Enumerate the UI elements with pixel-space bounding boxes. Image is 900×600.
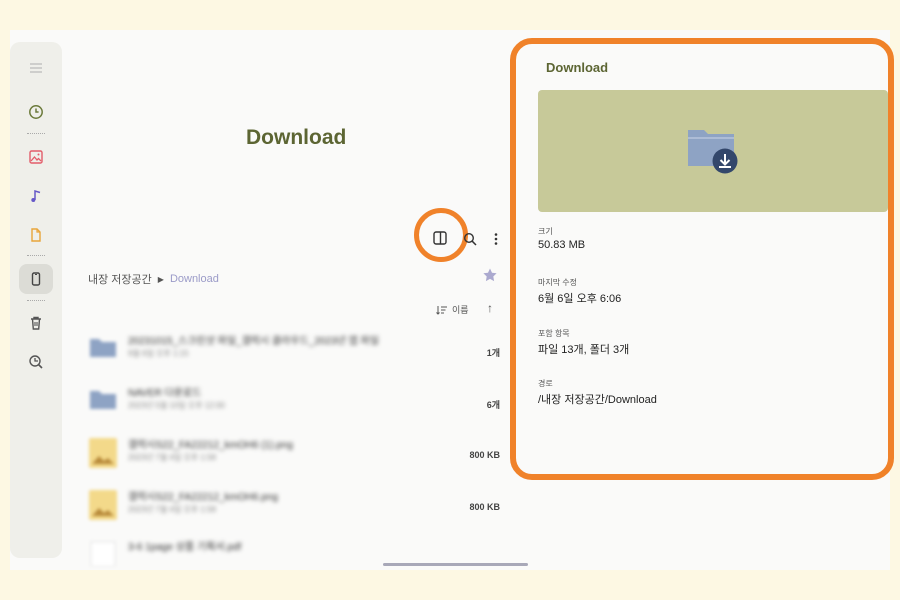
file-modified: 2023년 5월 10일 오후 12:00	[128, 401, 225, 410]
trash-icon[interactable]	[24, 311, 48, 335]
menu-icon[interactable]	[24, 56, 48, 80]
file-modified: 2023년 7월 4일 오후 1:58	[128, 453, 216, 462]
list-item[interactable]: 갤럭시S22_FA22212_kmOH6 (1).png 2023년 7월 4일…	[88, 434, 500, 474]
search-icon	[463, 232, 477, 246]
sort-label: 이름	[452, 305, 469, 315]
list-item[interactable]: 갤럭시S22_FA22212_kmOH6.png 2023년 7월 4일 오후 …	[88, 486, 500, 526]
split-panel-icon	[433, 231, 447, 245]
folder-preview	[538, 90, 888, 212]
list-item[interactable]: NAVER 다운로드 2023년 5월 10일 오후 12:00 6개	[88, 382, 500, 422]
size-label: 크기	[538, 227, 553, 236]
breadcrumb-separator: ▶	[157, 274, 164, 284]
rail-divider	[27, 255, 45, 256]
file-modified: 2023년 7월 4일 오후 1:58	[128, 505, 216, 514]
page-title: Download	[246, 126, 347, 149]
file-name: 20231015_스크린샷 파일_갤럭시 클라우드_2023년 앱 파일	[128, 336, 379, 347]
path-value: /내장 저장공간/Download	[538, 394, 657, 406]
contents-label: 포함 항목	[538, 329, 570, 338]
modified-label: 마지막 수정	[538, 278, 578, 287]
search-button[interactable]	[460, 229, 480, 249]
path-label: 경로	[538, 379, 553, 388]
phone-storage-icon[interactable]	[24, 267, 48, 291]
details-title: Download	[546, 60, 609, 75]
rail-divider	[27, 300, 45, 301]
recent-clock-icon[interactable]	[24, 100, 48, 124]
folder-icon	[88, 334, 118, 360]
more-vertical-icon	[494, 233, 498, 245]
size-value: 50.83 MB	[538, 239, 586, 251]
file-size: 800 KB	[469, 450, 500, 460]
more-options-button[interactable]	[488, 229, 504, 249]
image-icon[interactable]	[24, 145, 48, 169]
favorite-star-icon[interactable]	[482, 267, 498, 283]
details-panel-toggle-button[interactable]	[430, 228, 450, 248]
navigation-rail	[10, 42, 62, 558]
sort-direction-arrow-up-icon[interactable]: ↑	[487, 301, 493, 315]
storage-analysis-icon[interactable]	[24, 350, 48, 374]
file-name: 갤럭시S22_FA22212_kmOH6 (1).png	[128, 440, 293, 451]
music-note-icon[interactable]	[24, 184, 48, 208]
breadcrumb: 내장 저장공간 ▶ Download	[88, 271, 219, 287]
pdf-file-icon	[88, 540, 118, 567]
gesture-handle[interactable]	[383, 563, 528, 566]
document-icon[interactable]	[24, 223, 48, 247]
details-panel: Download 크기 50.83 MB 마지막 수정 6월 6일 오후 6:0…	[522, 46, 888, 470]
file-modified: 9월 6일 오후 1:15	[128, 349, 189, 358]
image-thumbnail-icon	[88, 438, 118, 468]
file-item-count: 6개	[486, 400, 500, 410]
folder-icon	[88, 386, 118, 412]
breadcrumb-current[interactable]: Download	[170, 273, 219, 285]
contents-value: 파일 13개, 폴더 3개	[538, 344, 630, 356]
file-name: 3-6 1page 상품 기획서.pdf	[128, 542, 242, 553]
sort-control[interactable]: 이름	[436, 303, 469, 316]
image-thumbnail-icon	[88, 490, 118, 520]
file-size: 800 KB	[469, 502, 500, 512]
sort-lines-icon	[436, 305, 447, 315]
file-name: 갤럭시S22_FA22212_kmOH6.png	[128, 492, 278, 503]
rail-divider	[27, 133, 45, 134]
list-item[interactable]: 20231015_스크린샷 파일_갤럭시 클라우드_2023년 앱 파일 9월 …	[88, 330, 500, 370]
download-folder-icon	[688, 130, 738, 174]
modified-value: 6월 6일 오후 6:06	[538, 293, 622, 305]
breadcrumb-root[interactable]: 내장 저장공간	[88, 271, 152, 287]
file-item-count: 1개	[486, 348, 500, 358]
file-name: NAVER 다운로드	[128, 388, 202, 399]
